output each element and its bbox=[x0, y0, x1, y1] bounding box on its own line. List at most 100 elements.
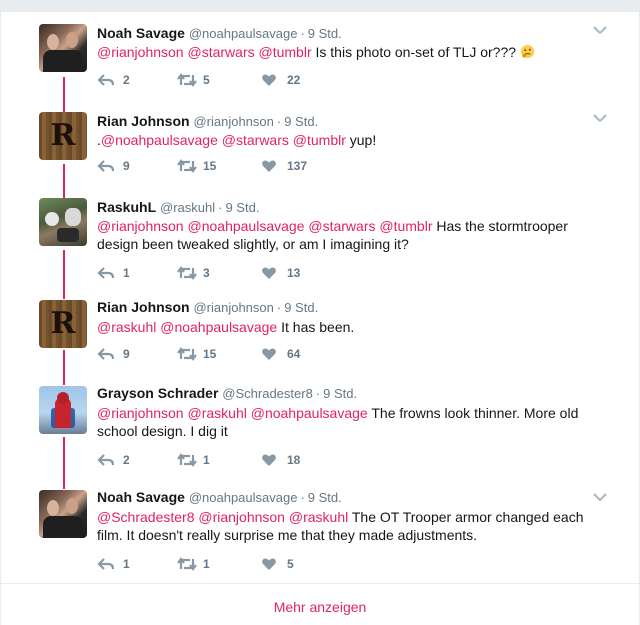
like-count: 137 bbox=[287, 159, 308, 173]
tweet[interactable]: R Rian Johnson @rianjohnson · 9 Std. .@noa… bbox=[1, 100, 639, 186]
reply-count: 2 bbox=[123, 73, 130, 87]
chevron-down-icon[interactable] bbox=[591, 24, 609, 36]
retweet-count: 1 bbox=[203, 453, 210, 467]
user-handle[interactable]: @rianjohnson bbox=[193, 114, 273, 129]
separator-dot: · bbox=[300, 490, 305, 505]
avatar[interactable]: R bbox=[39, 112, 87, 160]
tweet[interactable]: Grayson Schrader @Schradester8 · 9 Std. @r… bbox=[1, 380, 639, 486]
avatar[interactable] bbox=[39, 490, 87, 538]
mention-link[interactable]: @noahpaulsavage bbox=[160, 319, 277, 335]
mention-link[interactable]: @raskuhl bbox=[188, 405, 247, 421]
mention-link[interactable]: @rianjohnson bbox=[97, 44, 184, 60]
tweet[interactable]: Noah Savage @noahpaulsavage · 9 Std. @Schr… bbox=[1, 486, 639, 582]
tweet[interactable]: RaskuhL @raskuhl · 9 Std. @rianjohnson @no… bbox=[1, 186, 639, 294]
tweet-header: RaskuhL @raskuhl · 9 Std. bbox=[97, 199, 259, 215]
retweet-icon bbox=[177, 347, 197, 361]
tweet[interactable]: R Rian Johnson @rianjohnson · 9 Std. @rask… bbox=[1, 294, 639, 380]
reply-count: 9 bbox=[123, 159, 130, 173]
timestamp[interactable]: 9 Std. bbox=[284, 300, 318, 315]
tweet-text: .@noahpaulsavage @starwars @tumblr yup! bbox=[97, 131, 617, 149]
avatar[interactable] bbox=[39, 24, 87, 72]
timestamp[interactable]: 9 Std. bbox=[284, 114, 318, 129]
user-handle[interactable]: @noahpaulsavage bbox=[189, 490, 298, 505]
display-name[interactable]: Noah Savage bbox=[97, 489, 185, 505]
display-name[interactable]: RaskuhL bbox=[97, 199, 156, 215]
retweet-count: 15 bbox=[203, 159, 217, 173]
retweet-icon bbox=[177, 73, 197, 87]
tweet-header: Rian Johnson @rianjohnson · 9 Std. bbox=[97, 113, 318, 129]
tweet-body: school design. I dig it bbox=[97, 423, 228, 439]
heart-icon bbox=[262, 454, 276, 466]
chevron-down-icon[interactable] bbox=[591, 112, 609, 124]
like-count: 22 bbox=[287, 73, 301, 87]
tweet-body: The OT Trooper armor changed each bbox=[351, 509, 584, 525]
avatar-letter: R bbox=[50, 306, 76, 341]
retweet-count: 1 bbox=[203, 557, 210, 571]
display-name[interactable]: Noah Savage bbox=[97, 25, 185, 41]
reply-count: 1 bbox=[123, 266, 130, 280]
chevron-down-icon[interactable] bbox=[591, 491, 609, 503]
like-count: 13 bbox=[287, 266, 301, 280]
separator-dot: · bbox=[315, 386, 321, 401]
mention-link[interactable]: @starwars bbox=[222, 132, 289, 148]
tweet-body: The frowns look thinner. More old bbox=[371, 405, 579, 421]
mention-link[interactable]: @raskuhl bbox=[97, 319, 156, 335]
timestamp[interactable]: 9 Std. bbox=[308, 26, 342, 41]
user-handle[interactable]: @rianjohnson bbox=[193, 300, 273, 315]
mention-link[interactable]: @starwars bbox=[308, 218, 375, 234]
divider bbox=[1, 583, 639, 584]
heart-icon bbox=[262, 74, 276, 86]
reply-icon bbox=[97, 454, 115, 466]
reply-icon bbox=[97, 160, 115, 172]
timestamp[interactable]: 9 Std. bbox=[308, 490, 342, 505]
tweet[interactable]: Noah Savage @noahpaulsavage · 9 Std. @rian… bbox=[1, 12, 639, 100]
avatar-letter: R bbox=[50, 118, 76, 153]
tweet-text: @rianjohnson @starwars @tumblr Is this p… bbox=[97, 43, 617, 61]
mention-link[interactable]: @rianjohnson bbox=[97, 405, 184, 421]
like-count: 5 bbox=[287, 557, 294, 571]
heart-icon bbox=[262, 267, 276, 279]
display-name[interactable]: Grayson Schrader bbox=[97, 385, 218, 401]
mention-link[interactable]: @noahpaulsavage bbox=[101, 132, 218, 148]
retweet-count: 5 bbox=[203, 73, 210, 87]
reply-count: 9 bbox=[123, 347, 130, 361]
separator-dot: · bbox=[276, 114, 282, 129]
display-name[interactable]: Rian Johnson bbox=[97, 299, 190, 315]
user-handle[interactable]: @Schradester8 bbox=[222, 386, 313, 401]
user-handle[interactable]: @raskuhl bbox=[160, 200, 215, 215]
tweet-text: @rianjohnson @noahpaulsavage @starwars @… bbox=[97, 217, 617, 253]
tweet-text: @rianjohnson @raskuhl @noahpaulsavage Th… bbox=[97, 404, 617, 440]
user-handle[interactable]: @noahpaulsavage bbox=[189, 26, 298, 41]
avatar[interactable]: R bbox=[39, 300, 87, 348]
reply-icon bbox=[97, 558, 115, 570]
retweet-icon bbox=[177, 159, 197, 173]
mention-link[interactable]: @tumblr bbox=[379, 218, 432, 234]
display-name[interactable]: Rian Johnson bbox=[97, 113, 190, 129]
timestamp[interactable]: 9 Std. bbox=[225, 200, 259, 215]
like-count: 18 bbox=[287, 453, 301, 467]
mention-link[interactable]: @rianjohnson bbox=[198, 509, 285, 525]
avatar[interactable] bbox=[39, 386, 87, 434]
mention-link[interactable]: @noahpaulsavage bbox=[188, 218, 305, 234]
retweet-icon bbox=[177, 557, 197, 571]
timestamp[interactable]: 9 Std. bbox=[323, 386, 357, 401]
mention-link[interactable]: @rianjohnson bbox=[97, 218, 184, 234]
retweet-count: 3 bbox=[203, 266, 210, 280]
mention-link[interactable]: @noahpaulsavage bbox=[251, 405, 368, 421]
separator-dot: · bbox=[276, 300, 282, 315]
reply-count: 1 bbox=[123, 557, 130, 571]
reply-icon bbox=[97, 348, 115, 360]
separator-dot: · bbox=[300, 26, 305, 41]
tweet-text: @Schradester8 @rianjohnson @raskuhl The … bbox=[97, 508, 617, 544]
tweet-header: Grayson Schrader @Schradester8 · 9 Std. bbox=[97, 385, 357, 401]
mention-link[interactable]: @raskuhl bbox=[289, 509, 348, 525]
reply-icon bbox=[97, 267, 115, 279]
avatar[interactable] bbox=[39, 198, 87, 246]
tweet-header: Noah Savage @noahpaulsavage · 9 Std. bbox=[97, 25, 342, 41]
tweet-body: design been tweaked slightly, or am I im… bbox=[97, 236, 409, 252]
mention-link[interactable]: @tumblr bbox=[259, 44, 312, 60]
mention-link[interactable]: @tumblr bbox=[293, 132, 346, 148]
show-more-link[interactable]: Mehr anzeigen bbox=[1, 599, 639, 615]
mention-link[interactable]: @starwars bbox=[188, 44, 255, 60]
mention-link[interactable]: @Schradester8 bbox=[97, 509, 194, 525]
